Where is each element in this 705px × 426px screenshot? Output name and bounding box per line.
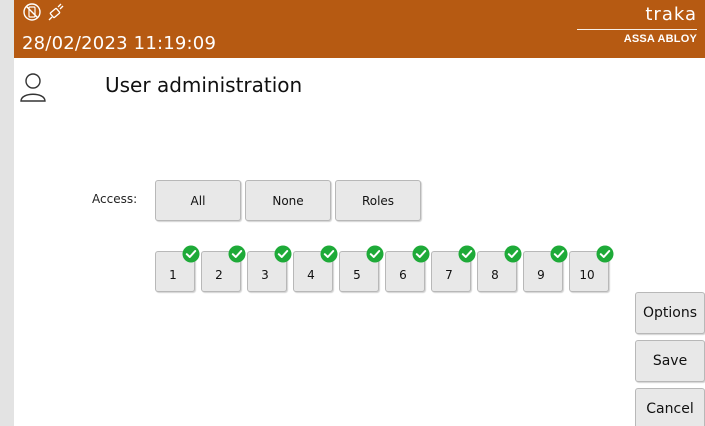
key-button-1[interactable]: 1 <box>155 245 200 292</box>
key-number: 10 <box>579 267 595 282</box>
key-button-5[interactable]: 5 <box>339 245 384 292</box>
key-button-4[interactable]: 4 <box>293 245 338 292</box>
brand-subtitle: ASSA ABLOY <box>623 33 697 45</box>
checkmark-icon <box>274 245 292 263</box>
checkmark-icon <box>228 245 246 263</box>
key-number: 6 <box>399 267 407 282</box>
options-button[interactable]: Options <box>635 292 705 334</box>
checkmark-icon <box>366 245 384 263</box>
checkmark-icon <box>504 245 522 263</box>
access-none-button[interactable]: None <box>245 180 331 221</box>
user-icon <box>19 72 47 106</box>
key-number: 4 <box>307 267 315 282</box>
key-button-10[interactable]: 10 <box>569 245 614 292</box>
checkmark-icon <box>550 245 568 263</box>
page-title: User administration <box>105 73 303 97</box>
key-button-6[interactable]: 6 <box>385 245 430 292</box>
checkmark-icon <box>182 245 200 263</box>
checkmark-icon <box>320 245 338 263</box>
key-number: 3 <box>261 267 269 282</box>
key-number: 8 <box>491 267 499 282</box>
key-number: 2 <box>215 267 223 282</box>
checkmark-icon <box>458 245 476 263</box>
checkmark-icon <box>412 245 430 263</box>
access-label: Access: <box>92 192 138 206</box>
brand-logo: traka ASSA ABLOY <box>577 6 697 45</box>
status-icons <box>22 2 66 22</box>
header-bar: 28/02/2023 11:19:09 traka ASSA ABLOY <box>14 0 705 58</box>
key-number: 5 <box>353 267 361 282</box>
datetime: 28/02/2023 11:19:09 <box>22 33 217 54</box>
key-button-7[interactable]: 7 <box>431 245 476 292</box>
key-number: 9 <box>537 267 545 282</box>
cancel-button[interactable]: Cancel <box>635 388 705 426</box>
no-power-plug-icon <box>46 2 66 22</box>
key-button-2[interactable]: 2 <box>201 245 246 292</box>
kiosk-screen: 28/02/2023 11:19:09 traka ASSA ABLOY Use… <box>14 0 705 426</box>
key-button-9[interactable]: 9 <box>523 245 568 292</box>
access-roles-button[interactable]: Roles <box>335 180 421 221</box>
key-button-8[interactable]: 8 <box>477 245 522 292</box>
no-phone-icon <box>22 2 42 22</box>
key-button-3[interactable]: 3 <box>247 245 292 292</box>
key-number: 1 <box>169 267 177 282</box>
key-number: 7 <box>445 267 453 282</box>
checkmark-icon <box>596 245 614 263</box>
brand-divider <box>577 29 697 30</box>
save-button[interactable]: Save <box>635 340 705 382</box>
brand-name: traka <box>645 4 697 25</box>
access-all-button[interactable]: All <box>155 180 241 221</box>
